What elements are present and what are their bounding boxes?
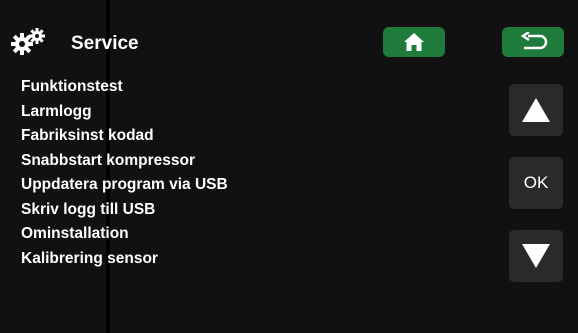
menu-item-snabbstart-kompressor[interactable]: Snabbstart kompressor (21, 149, 228, 174)
back-button[interactable] (502, 27, 564, 57)
menu-item-uppdatera-program[interactable]: Uppdatera program via USB (21, 173, 228, 198)
menu-item-ominstallation[interactable]: Ominstallation (21, 222, 228, 247)
menu-item-kalibrering-sensor[interactable]: Kalibrering sensor (21, 247, 228, 272)
menu-item-fabriksinst-kodad[interactable]: Fabriksinst kodad (21, 124, 228, 149)
home-icon (404, 33, 424, 51)
ok-button[interactable]: OK (509, 157, 563, 209)
menu-item-funktionstest[interactable]: Funktionstest (21, 75, 228, 100)
triangle-down-icon (522, 244, 550, 268)
back-arrow-icon (520, 32, 548, 50)
scroll-down-button[interactable] (509, 230, 563, 282)
scroll-up-button[interactable] (509, 84, 563, 136)
gears-icon (10, 27, 48, 55)
triangle-up-icon (522, 98, 550, 122)
service-menu: Funktionstest Larmlogg Fabriksinst kodad… (21, 75, 228, 271)
menu-item-skriv-logg[interactable]: Skriv logg till USB (21, 198, 228, 223)
page-title: Service (71, 33, 139, 54)
menu-item-larmlogg[interactable]: Larmlogg (21, 100, 228, 125)
home-button[interactable] (383, 27, 445, 57)
ok-label: OK (523, 173, 549, 192)
service-screen: Service Funktionstest Larmlogg Fabriksin… (0, 0, 578, 333)
